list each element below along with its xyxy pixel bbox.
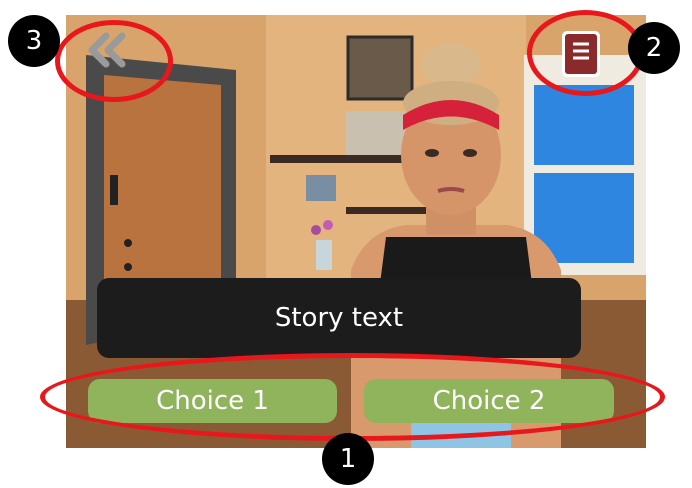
journal-button[interactable] bbox=[560, 29, 602, 79]
choice-1-button[interactable]: Choice 1 bbox=[88, 379, 337, 423]
annotation-marker-2: 2 bbox=[628, 22, 680, 74]
story-text-box: Story text bbox=[97, 278, 581, 358]
double-chevron-left-icon bbox=[88, 32, 126, 68]
back-button[interactable] bbox=[80, 30, 136, 70]
book-icon bbox=[562, 31, 600, 77]
annotation-marker-1: 1 bbox=[322, 433, 374, 485]
story-text: Story text bbox=[274, 303, 404, 333]
choice-2-button[interactable]: Choice 2 bbox=[364, 379, 614, 423]
annotation-marker-3: 3 bbox=[8, 15, 60, 67]
